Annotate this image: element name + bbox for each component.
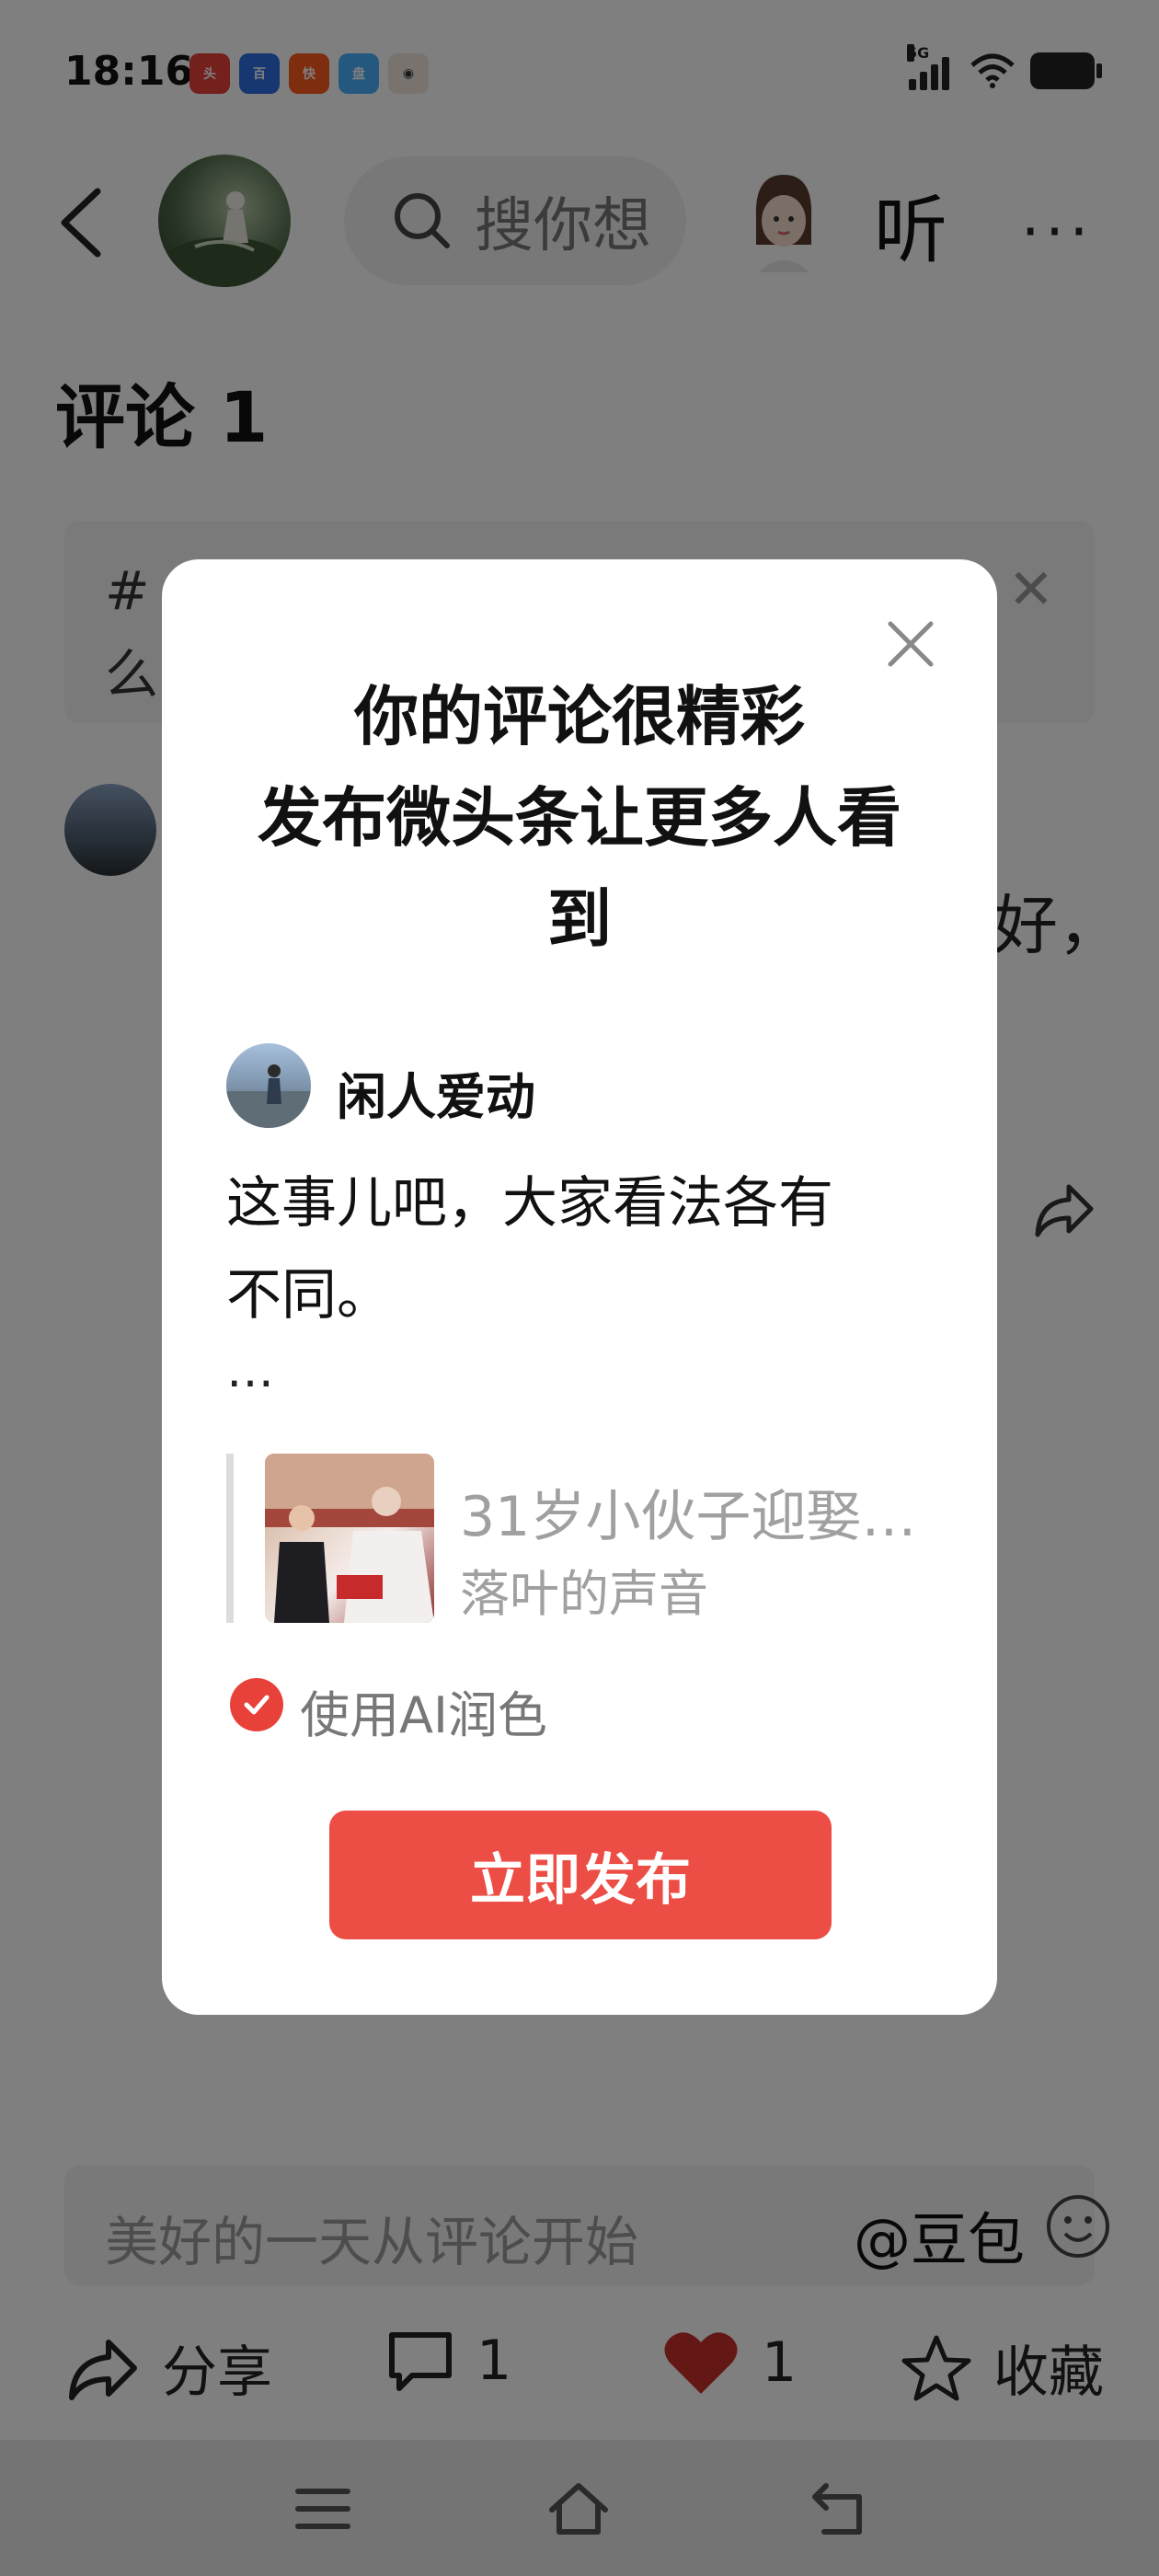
preview-author-avatar — [226, 1043, 311, 1128]
publish-dialog: 你的评论很精彩 发布微头条让更多人看 到 闲人爱动 这事儿吧，大家看法各有 不同… — [162, 559, 997, 2015]
dialog-title-line-2: 发布微头条让更多人看 — [258, 780, 901, 856]
dialog-title-line-1: 你的评论很精彩 — [354, 679, 805, 754]
ai-polish-checkbox[interactable] — [230, 1678, 283, 1731]
close-icon[interactable] — [883, 616, 938, 672]
preview-author-name: 闲人爱动 — [337, 1068, 535, 1126]
dialog-title: 你的评论很精彩 发布微头条让更多人看 到 — [162, 666, 997, 970]
publish-button[interactable]: 立即发布 — [329, 1811, 832, 1939]
article-title: 31岁小伙子迎娶… — [460, 1485, 917, 1549]
article-source: 落叶的声音 — [460, 1565, 708, 1623]
ai-polish-label[interactable]: 使用AI润色 — [300, 1674, 547, 1747]
preview-comment-text: 这事儿吧，大家看法各有 不同。 — [226, 1157, 907, 1341]
dialog-title-line-3: 到 — [547, 881, 612, 957]
quoted-article-card: 31岁小伙子迎娶… 落叶的声音 — [226, 1454, 944, 1623]
preview-comment-line-2: 不同。 — [226, 1263, 392, 1328]
preview-ellipsis: … — [226, 1343, 274, 1398]
preview-comment-line-1: 这事儿吧，大家看法各有 — [226, 1171, 833, 1236]
checkmark-icon — [244, 1695, 270, 1715]
article-thumbnail — [265, 1454, 434, 1623]
